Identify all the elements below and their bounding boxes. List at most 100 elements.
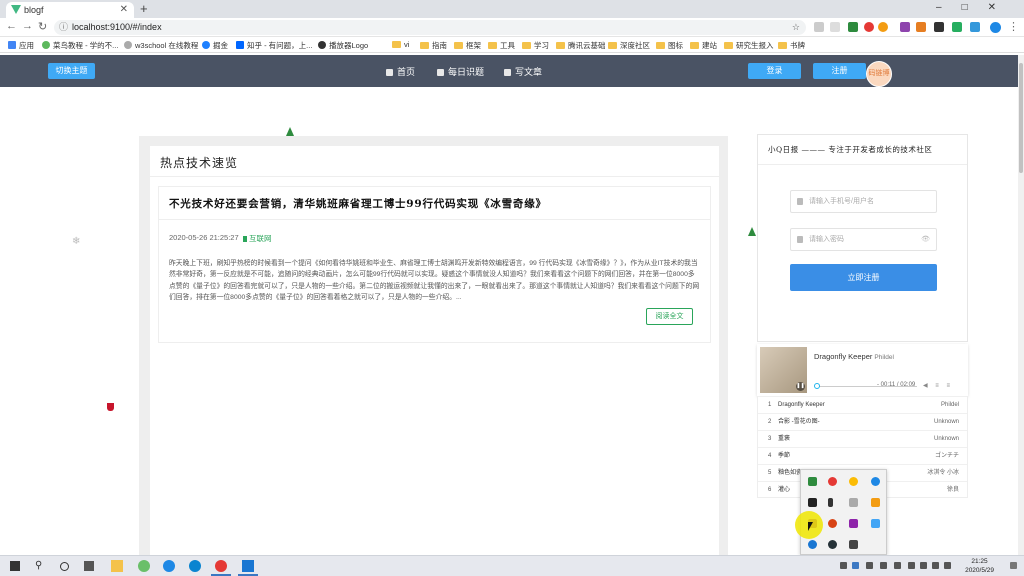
extension-icon[interactable] [934, 22, 944, 32]
bookmark-item[interactable]: 知乎 - 有问题，上... [236, 40, 312, 51]
playlist-item[interactable]: 4 季節 ゴンチチ [758, 447, 967, 464]
notification-icon[interactable] [1010, 562, 1017, 569]
cortana-icon[interactable] [60, 562, 69, 571]
task-view-icon[interactable] [84, 561, 94, 571]
bookmark-folder[interactable]: 学习 [522, 40, 549, 51]
tray-chevron-icon[interactable] [840, 562, 847, 569]
nav-write-article[interactable]: 写文章 [504, 65, 542, 78]
read-more-button[interactable]: 阅读全文 [646, 308, 693, 325]
menu-icon[interactable]: ⋮ [1008, 20, 1019, 33]
bookmark-item[interactable]: w3school 在线教程 [124, 40, 198, 51]
tab-close-icon[interactable]: ✕ [120, 2, 128, 18]
article-tag[interactable]: 互联网 [243, 233, 272, 244]
nav-home[interactable]: 首页 [386, 65, 415, 78]
article-card[interactable]: 不光技术好还要会营销，清华姚班麻省理工博士99行代码实现《冰雪奇缘》 2020-… [158, 186, 711, 343]
tray-app-icon[interactable] [849, 519, 858, 528]
new-tab-button[interactable]: + [140, 1, 148, 16]
playlist-item[interactable]: 1 Dragonfly Keeper Phildel [758, 396, 967, 413]
tray-app-icon[interactable] [828, 477, 837, 486]
bookmark-item[interactable]: 播放器Logo [318, 40, 368, 51]
nav-daily-question[interactable]: 每日识题 [437, 65, 484, 78]
folder-icon [778, 42, 787, 49]
forward-icon[interactable]: → [22, 20, 33, 32]
bookmark-folder[interactable]: 图标 [656, 40, 683, 51]
playlist-item[interactable]: 2 合影 -雪花の图- Unknown [758, 413, 967, 430]
taskbar-clock[interactable]: 21:25 2020/5/29 [965, 557, 994, 575]
tray-app-icon[interactable] [880, 562, 887, 569]
switch-theme-button[interactable]: 切换主题 [48, 63, 95, 79]
reload-icon[interactable]: ↻ [38, 20, 47, 33]
account-input[interactable]: 请输入手机号/用户名 [790, 190, 937, 213]
search-icon[interactable]: ⚲ [35, 560, 47, 572]
extension-icon[interactable] [878, 22, 888, 32]
network-icon[interactable] [908, 562, 915, 569]
back-icon[interactable]: ← [6, 20, 17, 32]
bookmark-folder[interactable]: 深度社区 [608, 40, 650, 51]
bookmark-folder[interactable]: 建站 [690, 40, 717, 51]
tray-app-icon[interactable] [849, 477, 858, 486]
tray-app-icon[interactable] [828, 519, 837, 528]
info-icon[interactable]: ⓘ [59, 20, 68, 35]
windows-start-icon[interactable] [10, 561, 20, 571]
extension-icon[interactable] [916, 22, 926, 32]
extension-icon[interactable] [848, 22, 858, 32]
profile-avatar[interactable] [990, 22, 1001, 33]
window-controls[interactable]: –□✕ [936, 2, 1016, 13]
article-title[interactable]: 不光技术好还要会营销，清华姚班麻省理工博士99行代码实现《冰雪奇缘》 [169, 196, 699, 211]
chrome-icon[interactable] [215, 560, 227, 572]
password-input[interactable]: 请输入密码 👁 [790, 228, 937, 251]
progress-handle[interactable] [814, 383, 820, 389]
register-button[interactable]: 注册 [813, 63, 866, 79]
edge-icon[interactable] [189, 560, 201, 572]
bookmark-item[interactable]: 菜鸟教程 - 学的不... [42, 40, 118, 51]
tray-app-icon[interactable] [828, 540, 837, 549]
bookmark-item[interactable]: 应用 [8, 40, 34, 51]
app-icon[interactable] [138, 560, 150, 572]
tray-app-icon[interactable] [871, 519, 880, 528]
playlist-item[interactable]: 3 重褒 Unknown [758, 430, 967, 447]
file-explorer-icon[interactable] [111, 560, 123, 572]
tray-app-icon[interactable] [808, 498, 817, 507]
eye-icon[interactable]: 👁 [921, 229, 930, 250]
avatar[interactable]: 码链博 [866, 61, 892, 87]
tray-app-icon[interactable] [849, 540, 858, 549]
tray-app-icon[interactable] [866, 562, 873, 569]
bookmark-folder[interactable]: 指南 [420, 40, 447, 51]
album-cover[interactable]: ❚❚ [760, 347, 807, 393]
extension-icon[interactable] [952, 22, 962, 32]
tray-app-icon[interactable] [894, 562, 901, 569]
bookmark-folder[interactable]: 工具 [488, 40, 515, 51]
pause-icon[interactable]: ❚❚ [796, 382, 805, 391]
extension-icon[interactable] [830, 22, 840, 32]
edge-icon[interactable] [163, 560, 175, 572]
volume-icon[interactable]: ◀ ≡ ≡ [923, 382, 953, 389]
ime-icon[interactable] [944, 562, 951, 569]
extension-icon[interactable] [900, 22, 910, 32]
url-input[interactable]: ⓘ localhost:9100/#/index ☆ [54, 20, 806, 35]
bookmark-item[interactable]: 掘金 [202, 40, 228, 51]
browser-tab[interactable]: blogf ✕ [6, 2, 134, 18]
bookmark-folder[interactable]: 腾讯云基础 [556, 40, 606, 51]
login-button[interactable]: 登录 [748, 63, 801, 79]
vscode-icon[interactable] [242, 560, 254, 572]
tray-app-icon[interactable] [852, 562, 859, 569]
extension-icon[interactable] [814, 22, 824, 32]
bookmark-folder[interactable]: vi [392, 40, 409, 49]
scrollbar-thumb[interactable] [1019, 63, 1023, 173]
bookmark-folder[interactable]: 研究生报入 [724, 40, 774, 51]
extension-icon[interactable] [970, 22, 980, 32]
tray-app-icon[interactable] [849, 498, 858, 507]
tray-app-icon[interactable] [871, 477, 880, 486]
bookmark-folder[interactable]: 框架 [454, 40, 481, 51]
extension-icon[interactable] [864, 22, 874, 32]
register-now-button[interactable]: 立即注册 [790, 264, 937, 291]
tray-app-icon[interactable] [871, 498, 880, 507]
ime-icon[interactable] [932, 562, 939, 569]
page-scrollbar[interactable] [1018, 55, 1024, 555]
tray-app-icon[interactable] [808, 477, 817, 486]
volume-icon[interactable] [920, 562, 927, 569]
bookmark-star-icon[interactable]: ☆ [792, 20, 800, 35]
tray-app-icon[interactable] [828, 498, 833, 507]
tray-app-icon[interactable] [808, 540, 817, 549]
bookmark-folder[interactable]: 书牌 [778, 40, 805, 51]
